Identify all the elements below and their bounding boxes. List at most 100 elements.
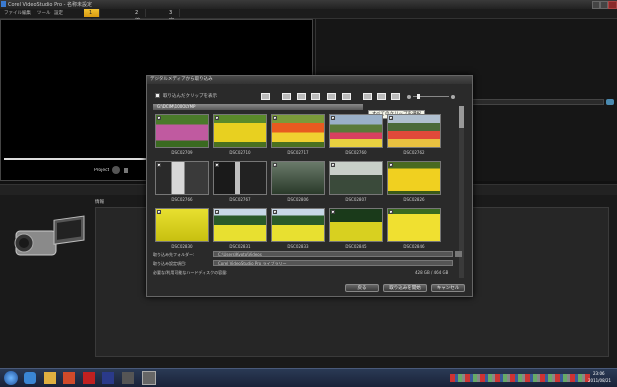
camcorder-icon — [14, 215, 85, 256]
folder-icon[interactable] — [44, 372, 56, 384]
premiere-icon[interactable] — [102, 372, 114, 384]
clip-caption: DSC02709 — [171, 150, 193, 155]
zoom-in-icon[interactable] — [451, 95, 455, 99]
clip-checkbox[interactable]: ✓ — [273, 163, 277, 168]
cancel-button[interactable]: キャンセル — [431, 284, 465, 292]
clip-checkbox[interactable]: ✓ — [331, 210, 335, 215]
start-button[interactable] — [4, 371, 18, 385]
menu-tools[interactable]: ツール — [37, 10, 51, 16]
menu-bar: ファイル 編集 ツール 設定 1 キャプチャー 2 編集 3 完了 — [0, 9, 617, 64]
clip-caption: DSC02766 — [171, 197, 193, 202]
close-button[interactable] — [608, 1, 617, 9]
system-tray-icons[interactable] — [450, 374, 590, 382]
back-button[interactable]: 戻る — [345, 284, 379, 292]
clip-caption: DSC02807 — [345, 197, 367, 202]
clip-thumbnail[interactable]: ✓ — [329, 208, 383, 242]
clip-thumbnail[interactable]: ✓ — [155, 208, 209, 242]
clip-thumbnail[interactable]: ✓ — [213, 114, 267, 148]
videostudio-taskbar-icon[interactable] — [142, 371, 156, 385]
disk-space-label: 必要な/利用可能なハードディスクの容量: — [153, 270, 228, 275]
clip-thumbnail[interactable]: ✓ — [155, 114, 209, 148]
preview-icon[interactable] — [391, 93, 400, 100]
import-folder-label: 取り込み先フォルダー: — [153, 252, 195, 257]
clip-thumbnail[interactable]: ✓ — [387, 114, 441, 148]
clip-checkbox[interactable]: ✓ — [157, 163, 161, 168]
browse-folder-icon[interactable] — [455, 251, 462, 257]
zoom-slider-handle[interactable] — [417, 94, 420, 99]
step-edit-tab[interactable]: 2 編集 — [130, 9, 146, 32]
clip-caption: DSC02760 — [345, 150, 367, 155]
info-label: 情報 — [95, 200, 104, 205]
clip-checkbox[interactable]: ✓ — [215, 116, 219, 121]
import-settings-field[interactable]: Corel VideoStudio Pro ライブラリー — [213, 260, 453, 266]
minimize-button[interactable] — [592, 1, 600, 9]
show-imported-checkbox[interactable] — [155, 93, 160, 98]
title-bar: Corel VideoStudio Pro - 名称未設定 — [0, 0, 617, 9]
clip-checkbox[interactable]: ✓ — [215, 163, 219, 168]
clip-checkbox[interactable]: ✓ — [331, 163, 335, 168]
clip-checkbox[interactable]: ✓ — [389, 163, 393, 168]
select-all-icon[interactable] — [327, 93, 336, 100]
maximize-button[interactable] — [600, 1, 608, 9]
clip-checkbox[interactable]: ✓ — [215, 210, 219, 215]
start-icon[interactable] — [124, 168, 128, 173]
clip-thumbnail[interactable]: ✓ — [387, 208, 441, 242]
clip-caption: DSC02710 — [229, 150, 251, 155]
taskbar: 23:06 2011/08/21 — [0, 368, 617, 387]
clip-checkbox[interactable]: ✓ — [273, 210, 277, 215]
step-capture-tab[interactable]: 1 キャプチャー — [84, 9, 100, 64]
scrollbar-thumb[interactable] — [459, 106, 464, 128]
media-player-icon[interactable] — [63, 372, 75, 384]
clip-thumbnail[interactable]: ✓ — [329, 161, 383, 195]
import-settings-label: 取り込み設定項目: — [153, 261, 187, 266]
clip-caption: DSC02826 — [403, 197, 425, 202]
clip-checkbox[interactable]: ✓ — [389, 116, 393, 121]
show-imported-label: 取り込んだクリップを表示 — [163, 94, 217, 99]
ie-icon[interactable] — [24, 372, 36, 384]
list-view-icon[interactable] — [261, 93, 270, 100]
clip-caption: DSC02845 — [345, 244, 367, 249]
deselect-icon[interactable] — [342, 93, 351, 100]
clip-checkbox[interactable]: ✓ — [157, 116, 161, 121]
rotate-left-icon[interactable] — [363, 93, 372, 100]
clip-caption: DSC02762 — [403, 150, 425, 155]
acrobat-icon[interactable] — [83, 372, 95, 384]
clip-checkbox[interactable]: ✓ — [389, 210, 393, 215]
import-dialog: デジタルメディアから取り込み 取り込んだクリップを表示 すべてのクリップを選択 … — [146, 75, 473, 297]
clip-checkbox[interactable]: ✓ — [273, 116, 277, 121]
clip-thumbnail[interactable]: ✓ — [155, 161, 209, 195]
thumbnail-view-icon[interactable] — [282, 93, 291, 100]
menu-settings[interactable]: 設定 — [54, 10, 63, 16]
clip-checkbox[interactable]: ✓ — [157, 210, 161, 215]
start-import-button[interactable]: 取り込みを開始 — [383, 284, 427, 292]
expand-icon[interactable] — [606, 99, 614, 105]
dialog-title: デジタルメディアから取り込み — [147, 76, 472, 84]
sort-icon[interactable] — [297, 93, 306, 100]
clip-caption: DSC02833 — [287, 244, 309, 249]
clip-caption: DSC02767 — [229, 197, 251, 202]
clip-thumbnail[interactable]: ✓ — [213, 208, 267, 242]
step-share-tab[interactable]: 3 完了 — [164, 9, 180, 32]
menu-file[interactable]: ファイル — [4, 10, 22, 16]
project-label: Project — [94, 168, 110, 173]
clip-thumbnail[interactable]: ✓ — [213, 161, 267, 195]
clip-checkbox[interactable]: ✓ — [331, 116, 335, 121]
menu-edit[interactable]: 編集 — [22, 10, 31, 16]
disk-space-value: 428 GB / 464 GB — [415, 270, 449, 275]
window-title: Corel VideoStudio Pro - 名称未設定 — [8, 2, 92, 8]
app-icon — [1, 1, 6, 7]
filter-icon[interactable] — [311, 93, 320, 100]
import-folder-field[interactable]: C:\Users\Kyoto\Videos — [213, 251, 453, 257]
rotate-right-icon[interactable] — [377, 93, 386, 100]
zoom-out-icon[interactable] — [407, 95, 411, 99]
clip-thumbnail[interactable]: ✓ — [329, 114, 383, 148]
app-icon-2[interactable] — [122, 372, 134, 384]
clip-thumbnail[interactable]: ✓ — [271, 161, 325, 195]
clock-date: 2011/08/21 — [588, 378, 612, 383]
play-icon[interactable] — [112, 166, 120, 174]
clip-caption: DSC02806 — [287, 197, 309, 202]
clip-thumbnail[interactable]: ✓ — [387, 161, 441, 195]
clip-thumbnail[interactable]: ✓ — [271, 114, 325, 148]
clock-time: 23:06 — [593, 371, 605, 376]
clip-thumbnail[interactable]: ✓ — [271, 208, 325, 242]
